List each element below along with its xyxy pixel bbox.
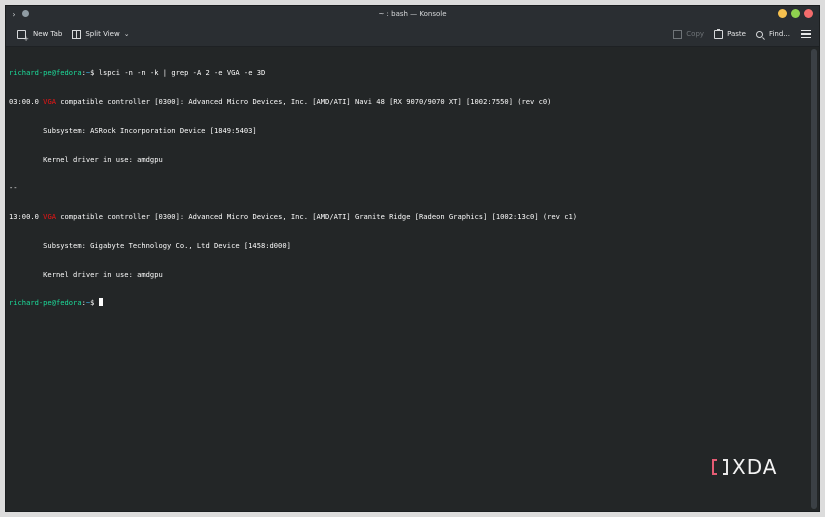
prompt-user: richard-pe@fedora	[9, 298, 82, 308]
window-title: ~ : bash — Konsole	[378, 10, 447, 18]
prompt-symbol: $	[90, 68, 99, 78]
find-button[interactable]: Find...	[751, 25, 795, 43]
output-line: Kernel driver in use: amdgpu	[9, 269, 163, 279]
output-line: Kernel driver in use: amdgpu	[9, 154, 163, 164]
search-icon	[755, 30, 763, 38]
new-tab-icon	[17, 29, 29, 43]
device-description: compatible controller [0300]: Advanced M…	[55, 212, 578, 222]
output-line: 03:00.0 VGA compatible controller [0300]…	[9, 97, 806, 107]
pci-address: 03:00.0	[9, 96, 44, 106]
copy-button[interactable]: Copy	[668, 25, 709, 43]
grep-match: VGA	[43, 212, 56, 222]
paste-label: Paste	[727, 30, 746, 38]
konsole-window: › ~ : bash — Konsole New Tab Split View …	[5, 5, 820, 512]
split-view-icon	[72, 29, 82, 39]
copy-label: Copy	[686, 30, 705, 38]
output-line: Subsystem: Gigabyte Technology Co., Ltd …	[9, 240, 291, 250]
main-toolbar: New Tab Split View ⌄ Copy Paste Find...	[6, 22, 819, 47]
grep-match: VGA	[43, 96, 56, 106]
group-separator: --	[9, 183, 18, 193]
terminal-output[interactable]: richard-pe@fedora:~$ lspci -n -n -k | gr…	[6, 47, 809, 511]
split-view-label: Split View	[85, 30, 120, 38]
watermark-text: XDA	[732, 455, 778, 479]
xda-watermark: XDA	[712, 455, 777, 479]
prompt-user: richard-pe@fedora	[9, 68, 82, 78]
command-line: richard-pe@fedora:~$ lspci -n -n -k | gr…	[9, 68, 806, 78]
scrollbar-thumb[interactable]	[811, 49, 817, 509]
chevron-down-icon: ⌄	[123, 30, 130, 38]
hamburger-menu-icon[interactable]	[801, 30, 811, 38]
new-tab-label: New Tab	[33, 30, 63, 38]
minimize-button[interactable]	[778, 9, 787, 18]
pci-address: 13:00.0	[9, 212, 44, 222]
prompt-line: richard-pe@fedora:~$	[9, 298, 806, 308]
copy-icon	[673, 29, 683, 39]
output-line: Subsystem: ASRock Incorporation Device […	[9, 125, 257, 135]
paste-button[interactable]: Paste	[709, 25, 751, 43]
paste-icon	[714, 28, 724, 39]
window-controls	[778, 9, 813, 18]
maximize-button[interactable]	[791, 9, 800, 18]
command-text: lspci -n -n -k | grep -A 2 -e VGA -e 3D	[98, 68, 266, 78]
device-description: compatible controller [0300]: Advanced M…	[55, 96, 552, 106]
prompt-symbol: $	[90, 298, 99, 308]
keep-on-top-icon[interactable]	[22, 10, 29, 17]
title-bar[interactable]: › ~ : bash — Konsole	[6, 6, 819, 22]
find-label: Find...	[768, 30, 790, 38]
new-tab-button[interactable]: New Tab	[12, 25, 67, 43]
terminal-scrollbar[interactable]	[811, 49, 817, 509]
konsole-app-icon[interactable]: ›	[9, 9, 19, 19]
close-button[interactable]	[804, 9, 813, 18]
output-line: 13:00.0 VGA compatible controller [0300]…	[9, 212, 806, 222]
split-view-button[interactable]: Split View ⌄	[67, 25, 134, 43]
xda-logo-icon	[712, 457, 728, 477]
text-cursor	[98, 298, 103, 307]
